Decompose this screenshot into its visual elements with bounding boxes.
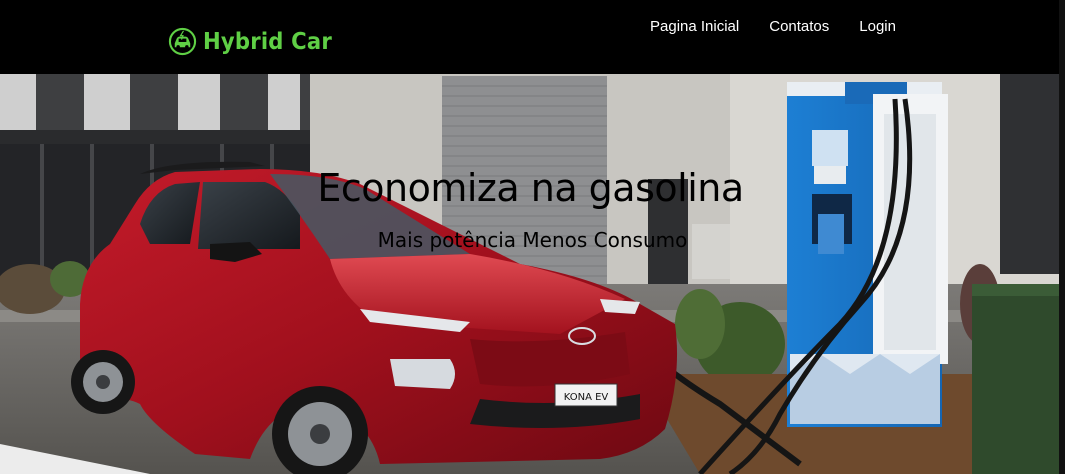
- hero-title: Economiza na gasolina: [317, 166, 744, 210]
- nav-link-home[interactable]: Pagina Inicial: [640, 17, 754, 37]
- electric-car-icon: [168, 27, 197, 56]
- brand-name: Hybrid Car: [203, 28, 332, 55]
- top-navbar: Hybrid Car Pagina Inicial Contatos Login: [0, 0, 1065, 74]
- brand-logo-link[interactable]: Hybrid Car: [168, 27, 343, 56]
- hero-subtitle: Mais potência Menos Consumo: [377, 228, 688, 252]
- hero-background-image: KONA EV: [0, 74, 1065, 474]
- right-edge-scrollbar[interactable]: [1059, 0, 1065, 474]
- car-plate-text: KONA EV: [564, 392, 609, 403]
- nav-link-contacts[interactable]: Contatos: [754, 17, 844, 37]
- nav-menu: Pagina Inicial Contatos Login: [640, 17, 911, 37]
- hero-banner: KONA EV Economiza na gasolina Mais potên…: [0, 74, 1065, 474]
- nav-link-login[interactable]: Login: [844, 17, 911, 37]
